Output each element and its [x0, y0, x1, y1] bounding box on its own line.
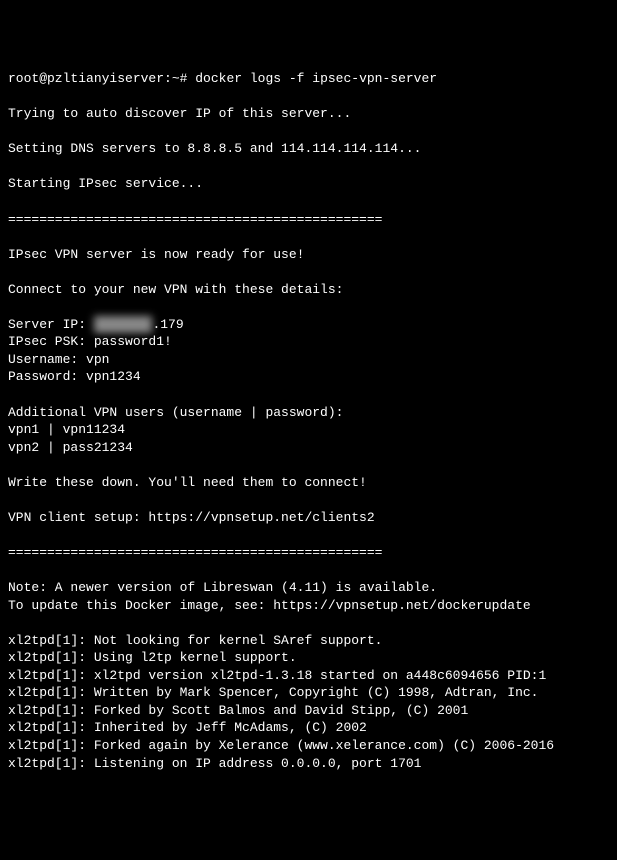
- output-line: Trying to auto discover IP of this serve…: [8, 106, 351, 121]
- output-line: xl2tpd[1]: Using l2tp kernel support.: [8, 650, 297, 665]
- blank-line: [8, 124, 16, 139]
- server-ip-suffix: .179: [152, 317, 183, 332]
- output-line: To update this Docker image, see: https:…: [8, 598, 531, 613]
- blank-line: [8, 299, 16, 314]
- blank-line: [8, 159, 16, 174]
- blank-line: [8, 615, 16, 630]
- shell-command: docker logs -f ipsec-vpn-server: [195, 71, 437, 86]
- output-line: xl2tpd[1]: Inherited by Jeff McAdams, (C…: [8, 720, 367, 735]
- output-line: xl2tpd[1]: Forked again by Xelerance (ww…: [8, 738, 554, 753]
- blank-line: [8, 194, 16, 209]
- output-line: VPN client setup: https://vpnsetup.net/c…: [8, 510, 375, 525]
- output-line: vpn2 | pass21234: [8, 440, 133, 455]
- output-line: Username: vpn: [8, 352, 109, 367]
- blank-line: [8, 457, 16, 472]
- divider-line: ========================================…: [8, 212, 382, 227]
- shell-prompt: root@pzltianyiserver:~#: [8, 71, 187, 86]
- output-line: Setting DNS servers to 8.8.8.5 and 114.1…: [8, 141, 421, 156]
- terminal-output[interactable]: root@pzltianyiserver:~# docker logs -f i…: [8, 70, 609, 772]
- blank-line: [8, 264, 16, 279]
- output-line: xl2tpd[1]: Listening on IP address 0.0.0…: [8, 756, 421, 771]
- output-line: xl2tpd[1]: Not looking for kernel SAref …: [8, 633, 382, 648]
- divider-line: ========================================…: [8, 545, 382, 560]
- output-line: Connect to your new VPN with these detai…: [8, 282, 343, 297]
- output-line: Password: vpn1234: [8, 369, 141, 384]
- output-line: Additional VPN users (username | passwor…: [8, 405, 343, 420]
- blank-line: [8, 387, 16, 402]
- server-ip-line: Server IP: xxx.xxx.179: [8, 317, 184, 332]
- output-line: Note: A newer version of Libreswan (4.11…: [8, 580, 437, 595]
- masked-ip: xxx.xxx: [94, 316, 153, 334]
- output-line: vpn1 | vpn11234: [8, 422, 125, 437]
- output-line: IPsec VPN server is now ready for use!: [8, 247, 304, 262]
- output-line: xl2tpd[1]: xl2tpd version xl2tpd-1.3.18 …: [8, 668, 546, 683]
- prompt-line: root@pzltianyiserver:~# docker logs -f i…: [8, 71, 437, 86]
- output-line: Write these down. You'll need them to co…: [8, 475, 367, 490]
- blank-line: [8, 563, 16, 578]
- blank-line: [8, 527, 16, 542]
- output-line: xl2tpd[1]: Forked by Scott Balmos and Da…: [8, 703, 468, 718]
- output-line: IPsec PSK: password1!: [8, 334, 172, 349]
- output-line: xl2tpd[1]: Written by Mark Spencer, Copy…: [8, 685, 539, 700]
- blank-line: [8, 492, 16, 507]
- blank-line: [8, 229, 16, 244]
- blank-line: [8, 89, 16, 104]
- server-ip-label: Server IP:: [8, 317, 94, 332]
- output-line: Starting IPsec service...: [8, 176, 203, 191]
